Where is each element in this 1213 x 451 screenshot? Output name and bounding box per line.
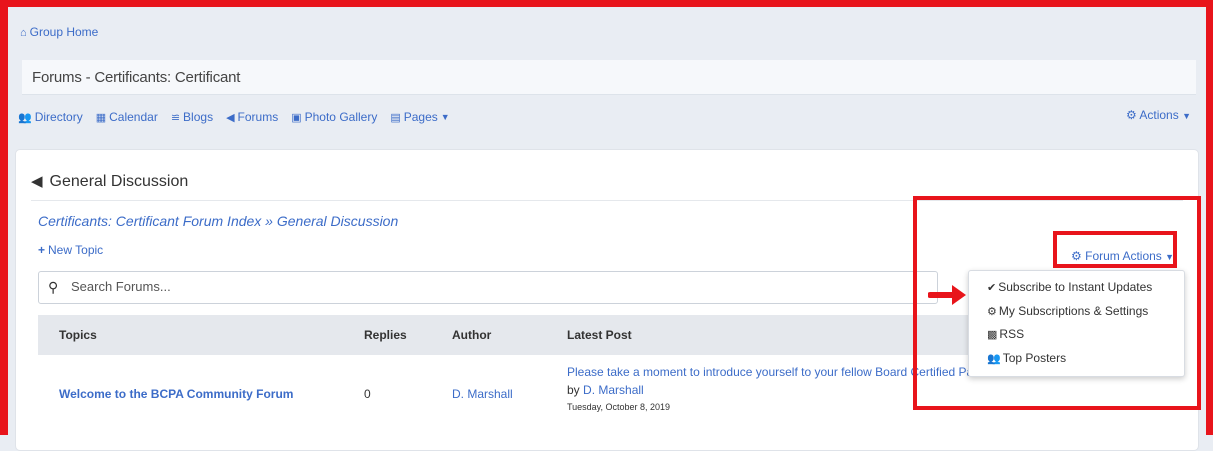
- group-home-link[interactable]: ⌂ Group Home: [20, 25, 98, 39]
- nav-blogs[interactable]: ≌ Blogs: [171, 108, 213, 126]
- by-prefix: by: [567, 383, 580, 397]
- page-title: Forums - Certificants: Certificant: [32, 69, 241, 86]
- calendar-icon: ▦: [95, 111, 107, 124]
- latest-post-author-link[interactable]: D. Marshall: [583, 383, 644, 397]
- page: ⌂ Group Home Forums - Certificants: Certi…: [8, 7, 1206, 451]
- author-link[interactable]: D. Marshall: [452, 387, 513, 401]
- nav-label: Calendar: [109, 110, 158, 124]
- nav-directory[interactable]: 👥 Directory: [18, 108, 83, 126]
- forum-heading: ◀ General Discussion: [31, 172, 188, 191]
- nav-pages[interactable]: ▤ Pages ▼: [390, 108, 449, 126]
- nav-label: Photo Gallery: [304, 110, 378, 124]
- nav-forums[interactable]: ◀ Forums: [226, 108, 278, 126]
- actions-dropdown[interactable]: ⚙ Actions ▼: [1126, 108, 1191, 122]
- plus-icon: +: [38, 243, 46, 257]
- topic-link[interactable]: Welcome to the BCPA Community Forum: [59, 387, 293, 401]
- breadcrumb[interactable]: Certificants: Certificant Forum Index » …: [38, 213, 398, 229]
- rss-icon: ≌: [170, 111, 181, 124]
- highlight-frame-right: [1206, 0, 1213, 435]
- nav-label: Pages: [403, 110, 438, 124]
- highlight-box-menu: [913, 196, 1201, 410]
- column-topics[interactable]: Topics: [59, 328, 97, 342]
- replies-count: 0: [364, 387, 371, 401]
- column-replies[interactable]: Replies: [364, 328, 407, 342]
- nav-label: Forums: [237, 110, 279, 124]
- nav-label: Blogs: [183, 110, 214, 124]
- caret-down-icon: ▼: [440, 112, 450, 122]
- nav-label: Directory: [34, 110, 83, 124]
- home-icon: ⌂: [20, 27, 27, 39]
- group-nav: 👥 Directory ▦ Calendar ≌ Blogs ◀ Forums ▣ Pho…: [18, 108, 450, 126]
- page-title-bar: Forums - Certificants: Certificant: [22, 60, 1196, 95]
- column-author[interactable]: Author: [452, 328, 491, 342]
- page-icon: ▤: [390, 111, 401, 124]
- search-box: ⚲: [38, 271, 938, 304]
- highlight-frame-left: [0, 0, 8, 435]
- search-input[interactable]: [69, 278, 893, 295]
- image-icon: ▣: [291, 111, 302, 124]
- column-latest-post[interactable]: Latest Post: [567, 328, 632, 342]
- megaphone-icon: ◀: [226, 111, 235, 124]
- latest-post-by: by D. Marshall: [567, 383, 644, 397]
- megaphone-icon: ◀: [31, 173, 43, 190]
- users-icon: 👥: [18, 111, 32, 124]
- nav-photo-gallery[interactable]: ▣ Photo Gallery: [291, 108, 377, 126]
- new-topic-label: New Topic: [48, 243, 104, 257]
- forum-heading-text: General Discussion: [49, 173, 189, 190]
- actions-label: Actions: [1139, 108, 1179, 122]
- new-topic-button[interactable]: + New Topic: [38, 243, 103, 257]
- caret-down-icon: ▼: [1182, 111, 1191, 121]
- search-icon: ⚲: [48, 279, 59, 295]
- latest-post-date: Tuesday, October 8, 2019: [567, 402, 671, 412]
- gear-icon: ⚙: [1125, 108, 1137, 122]
- group-home-label: Group Home: [29, 25, 99, 39]
- highlight-frame-top: [0, 0, 1213, 7]
- nav-calendar[interactable]: ▦ Calendar: [96, 108, 158, 126]
